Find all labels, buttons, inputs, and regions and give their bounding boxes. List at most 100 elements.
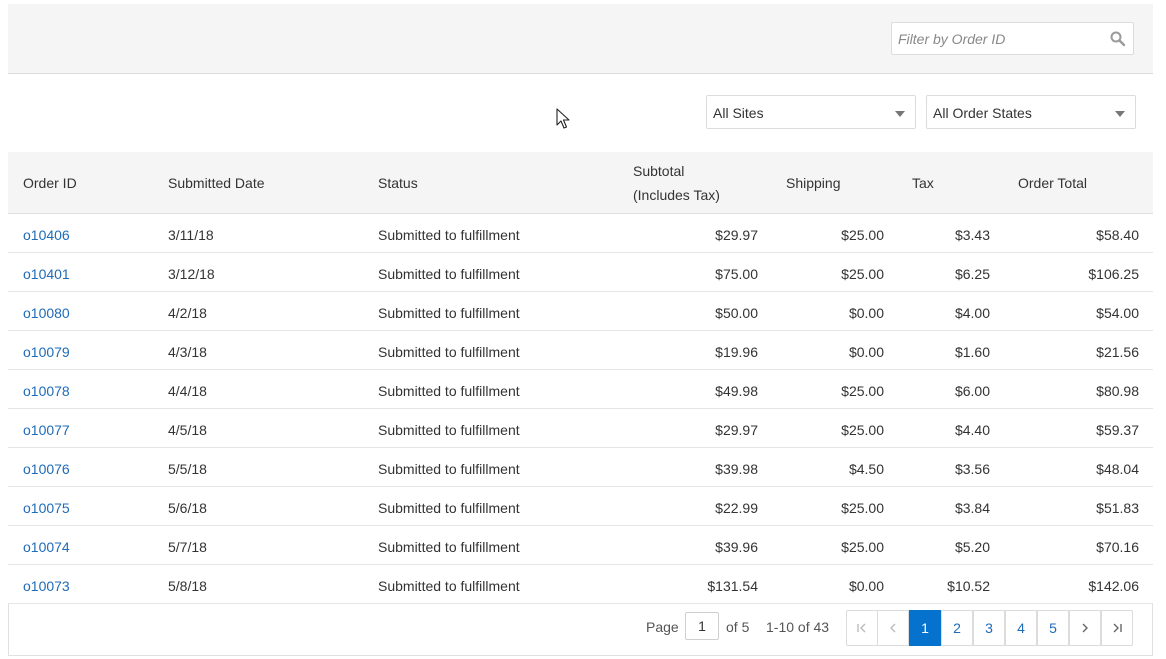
page-number-input[interactable] — [685, 612, 719, 640]
chevron-right-icon — [1082, 623, 1088, 633]
order-id-link[interactable]: o10080 — [23, 305, 70, 321]
pagination-bar: Page of 5 1-10 of 43 1 2 3 4 5 — [8, 604, 1153, 656]
page-button-3[interactable]: 3 — [973, 610, 1005, 646]
order-total-cell: $21.56 — [1096, 344, 1139, 360]
subtotal-cell: $29.97 — [715, 422, 758, 438]
shipping-cell: $25.00 — [841, 500, 884, 516]
order-total-cell: $70.16 — [1096, 539, 1139, 555]
header-order-id[interactable]: Order ID — [23, 175, 77, 191]
submitted-date-cell: 4/5/18 — [168, 422, 207, 438]
order-total-cell: $58.40 — [1096, 227, 1139, 243]
page-button-2[interactable]: 2 — [941, 610, 973, 646]
tax-cell: $4.40 — [954, 422, 990, 438]
shipping-cell: $25.00 — [841, 422, 884, 438]
order-id-link[interactable]: o10075 — [23, 500, 70, 516]
table-row: o10073 5/8/18 Submitted to fulfillment $131… — [8, 565, 1153, 604]
table-row: o10075 5/6/18 Submitted to fulfillment $22.… — [8, 487, 1153, 526]
previous-page-button[interactable] — [877, 610, 909, 646]
first-page-icon — [857, 623, 866, 633]
order-total-cell: $106.25 — [1088, 266, 1139, 282]
header-subtotal[interactable]: Subtotal — [633, 163, 684, 179]
shipping-cell: $0.00 — [848, 305, 884, 321]
order-id-link[interactable]: o10076 — [23, 461, 70, 477]
first-page-button[interactable] — [846, 610, 878, 646]
submitted-date-cell: 5/5/18 — [168, 461, 207, 477]
sites-select[interactable]: All Sites — [706, 95, 916, 129]
page-count-label: of 5 — [726, 619, 750, 635]
header-submitted-date[interactable]: Submitted Date — [168, 175, 265, 191]
orders-table: Order ID Submitted Date Status Subtotal … — [8, 152, 1153, 604]
order-id-link[interactable]: o10073 — [23, 578, 70, 594]
search-icon[interactable] — [1109, 30, 1127, 48]
shipping-cell: $25.00 — [841, 383, 884, 399]
status-cell: Submitted to fulfillment — [378, 500, 520, 516]
shipping-cell: $25.00 — [841, 539, 884, 555]
shipping-cell: $0.00 — [848, 344, 884, 360]
submitted-date-cell: 3/12/18 — [168, 266, 215, 282]
order-id-link[interactable]: o10077 — [23, 422, 70, 438]
page-button-4[interactable]: 4 — [1005, 610, 1037, 646]
header-shipping[interactable]: Shipping — [786, 175, 841, 191]
tax-cell: $3.84 — [954, 500, 990, 516]
page-label: Page — [646, 619, 679, 635]
submitted-date-cell: 4/2/18 — [168, 305, 207, 321]
shipping-cell: $25.00 — [841, 227, 884, 243]
record-range-label: 1-10 of 43 — [766, 619, 830, 635]
table-body: o10406 3/11/18 Submitted to fulfillment $29… — [8, 214, 1153, 604]
page-button-5[interactable]: 5 — [1037, 610, 1069, 646]
order-total-cell: $48.04 — [1096, 461, 1139, 477]
table-row: o10074 5/7/18 Submitted to fulfillment $39.… — [8, 526, 1153, 565]
tax-cell: $10.52 — [947, 578, 990, 594]
order-id-filter-input[interactable] — [892, 23, 1102, 54]
subtotal-cell: $49.98 — [715, 383, 758, 399]
subtotal-cell: $22.99 — [715, 500, 758, 516]
order-id-link[interactable]: o10078 — [23, 383, 70, 399]
submitted-date-cell: 4/3/18 — [168, 344, 207, 360]
header-status[interactable]: Status — [378, 175, 418, 191]
shipping-cell: $0.00 — [848, 578, 884, 594]
status-cell: Submitted to fulfillment — [378, 344, 520, 360]
order-states-select[interactable]: All Order States — [926, 95, 1136, 129]
order-id-link[interactable]: o10079 — [23, 344, 70, 360]
header-subtotal-note: (Includes Tax) — [633, 187, 720, 203]
last-page-button[interactable] — [1101, 610, 1133, 646]
table-row: o10077 4/5/18 Submitted to fulfillment $29.… — [8, 409, 1153, 448]
header-order-total[interactable]: Order Total — [1018, 175, 1087, 191]
status-cell: Submitted to fulfillment — [378, 383, 520, 399]
submitted-date-cell: 5/8/18 — [168, 578, 207, 594]
page-button-1[interactable]: 1 — [909, 610, 941, 646]
chevron-down-icon — [1115, 111, 1125, 117]
last-page-icon — [1113, 623, 1122, 633]
mouse-cursor-icon — [556, 108, 570, 129]
order-total-cell: $80.98 — [1096, 383, 1139, 399]
status-cell: Submitted to fulfillment — [378, 227, 520, 243]
table-row: o10080 4/2/18 Submitted to fulfillment $50.… — [8, 292, 1153, 331]
status-cell: Submitted to fulfillment — [378, 266, 520, 282]
shipping-cell: $4.50 — [848, 461, 884, 477]
status-cell: Submitted to fulfillment — [378, 461, 520, 477]
next-page-button[interactable] — [1069, 610, 1101, 646]
submitted-date-cell: 4/4/18 — [168, 383, 207, 399]
tax-cell: $4.00 — [954, 305, 990, 321]
table-header: Order ID Submitted Date Status Subtotal … — [8, 152, 1153, 214]
table-row: o10076 5/5/18 Submitted to fulfillment $39.… — [8, 448, 1153, 487]
chevron-left-icon — [890, 623, 896, 633]
table-row: o10079 4/3/18 Submitted to fulfillment $19.… — [8, 331, 1153, 370]
order-id-link[interactable]: o10401 — [23, 266, 70, 282]
subtotal-cell: $50.00 — [715, 305, 758, 321]
order-id-link[interactable]: o10406 — [23, 227, 70, 243]
table-row: o10078 4/4/18 Submitted to fulfillment $49.… — [8, 370, 1153, 409]
order-total-cell: $142.06 — [1088, 578, 1139, 594]
status-cell: Submitted to fulfillment — [378, 578, 520, 594]
order-states-select-value: All Order States — [933, 105, 1032, 121]
table-row: o10401 3/12/18 Submitted to fulfillment $75… — [8, 253, 1153, 292]
filter-toolbar — [8, 4, 1153, 74]
status-cell: Submitted to fulfillment — [378, 422, 520, 438]
tax-cell: $6.25 — [954, 266, 990, 282]
tax-cell: $5.20 — [954, 539, 990, 555]
chevron-down-icon — [895, 111, 905, 117]
order-id-link[interactable]: o10074 — [23, 539, 70, 555]
table-row: o10406 3/11/18 Submitted to fulfillment $29… — [8, 214, 1153, 253]
header-tax[interactable]: Tax — [912, 175, 934, 191]
submitted-date-cell: 5/6/18 — [168, 500, 207, 516]
